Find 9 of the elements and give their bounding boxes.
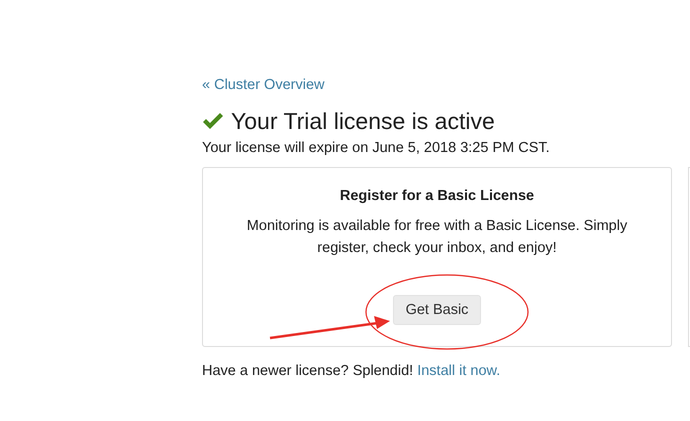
card-title: Register for a Basic License <box>340 187 534 205</box>
page-title: Your Trial license is active <box>231 107 495 135</box>
get-basic-button[interactable]: Get Basic <box>392 295 482 325</box>
install-link[interactable]: Install it now. <box>417 363 500 379</box>
check-icon <box>202 112 224 130</box>
cluster-overview-link[interactable]: « Cluster Overview <box>202 75 324 95</box>
expiry-text: Your license will expire on June 5, 2018 3:25 PM CST. <box>202 139 550 158</box>
footer-text: Have a newer license? Splendid! <box>202 363 414 379</box>
card-description: Monitoring is available for free with a Basic License. Simply register, check your inbox, and enjoy! <box>246 217 628 258</box>
